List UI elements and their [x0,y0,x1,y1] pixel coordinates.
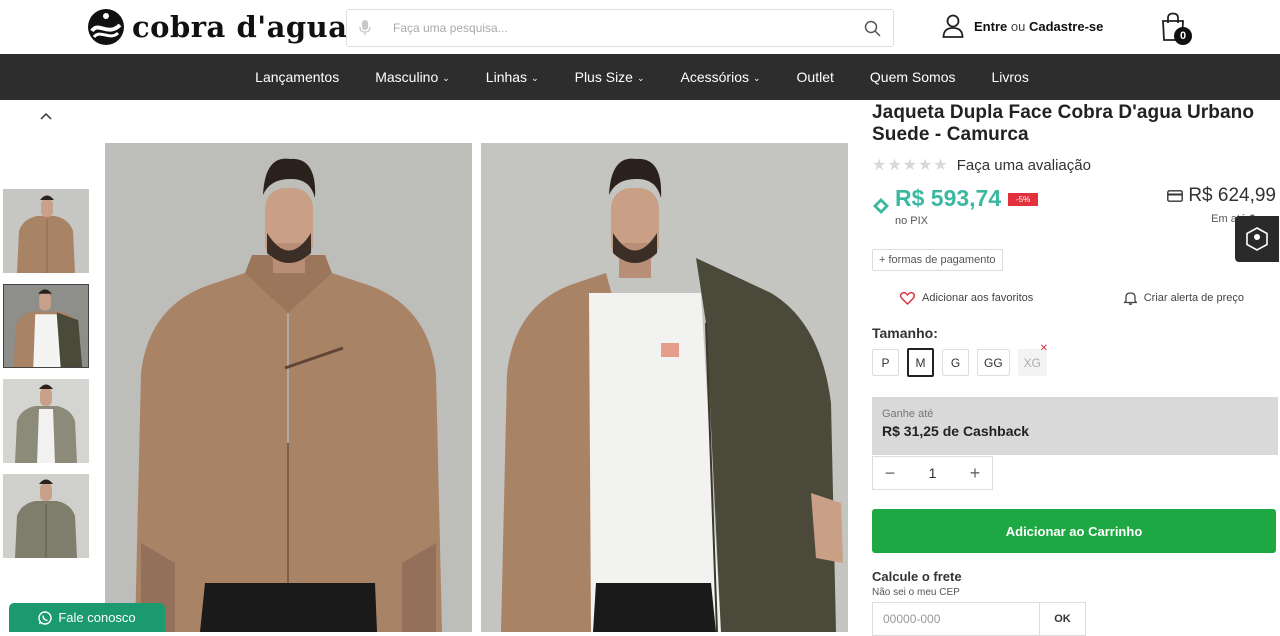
nav-item-label: Linhas [485,69,528,85]
thumbnail-2[interactable] [3,284,89,368]
main-nav: Lançamentos Masculino ⌄ Linhas ⌄ Plus Size ⌄ Ac… [0,54,1280,100]
account-link[interactable]: Entre ou Cadastre-se [942,14,1103,38]
unavailable-x-icon: ✕ [1039,343,1049,354]
chevron-down-icon: ⌄ [752,72,761,83]
nav-item-quem-somos[interactable]: Quem Somos [852,69,974,85]
card-price: R$ 624,99 [1167,185,1276,207]
search-input[interactable] [383,10,851,46]
pix-icon [873,198,889,214]
nav-item-label: Outlet [796,69,834,85]
add-to-cart-button[interactable]: Adicionar ao Carrinho [872,509,1276,553]
chevron-up-icon [40,112,52,120]
size-option-p[interactable]: P [872,349,899,376]
signup-link[interactable]: Cadastre-se [1029,19,1103,34]
login-link[interactable]: Entre [974,19,1007,34]
thumbnail-3[interactable] [3,379,89,463]
size-option-gg[interactable]: GG [977,349,1010,376]
cep-ok-button[interactable]: OK [1040,602,1086,636]
cashback-box: Ganhe até R$ 31,25 de Cashback [872,397,1278,455]
nav-item-livros[interactable]: Livros [973,69,1046,85]
heart-icon [900,291,915,305]
nav-item-label: Livros [991,69,1029,85]
chat-label: Fale conosco [58,610,136,625]
size-option-xg: XG ✕ [1017,343,1048,376]
price-alert-button[interactable]: Criar alerta de preço [1123,291,1244,305]
rate-product-link[interactable]: Faça uma avaliação [957,157,1091,174]
chevron-down-icon: ⌄ [442,72,450,83]
credit-card-icon [1167,190,1184,202]
nav-item-label: Acessórios [680,69,749,85]
pix-price: R$ 593,74 [895,185,1002,211]
microphone-icon[interactable] [347,20,383,36]
cart-button[interactable]: 0 [1160,12,1192,46]
brand-name: cobra d'agua [132,10,348,44]
cart-count-badge: 0 [1174,27,1192,45]
size-option-label: G [950,355,961,370]
hexagon-icon [1246,227,1268,251]
bell-icon [1123,292,1137,305]
product-photo-front[interactable] [105,143,472,632]
size-option-label: XG [1023,355,1042,370]
brand-logo[interactable]: cobra d'agua [86,7,348,47]
nav-item-outlet[interactable]: Outlet [779,69,852,85]
nav-item-label: Quem Somos [869,69,956,85]
chat-button[interactable]: Fale conosco [9,603,165,632]
cashback-value: R$ 31,25 de Cashback [882,423,1030,439]
product-title: Jaqueta Dupla Face Cobra D'agua Urbano S… [872,102,1255,145]
product-rating[interactable]: ★★★★★ Faça uma avaliação [872,155,1278,175]
search-bar [346,9,894,47]
nav-item-plus-size[interactable]: Plus Size ⌄ [557,69,663,85]
chevron-down-icon: ⌄ [531,72,539,83]
product-actions: Adicionar aos favoritos Criar alerta de … [872,291,1278,305]
card-price-value: R$ 624,99 [1188,185,1276,206]
thumbnail-strip [0,100,92,632]
add-favorite-button[interactable]: Adicionar aos favoritos [900,291,1033,305]
or-text: ou [1010,18,1026,34]
nav-item-lan-amentos[interactable]: Lançamentos [237,69,357,85]
increase-quantity-button[interactable]: + [966,463,984,484]
site-header: cobra d'agua Entre ou Cadastre-se 0 [0,0,1280,54]
accessibility-widget-button[interactable] [1235,216,1279,262]
cep-input[interactable]: 00000-000 [872,602,1040,636]
size-label: Tamanho: [872,325,938,341]
snake-logo-icon [88,9,124,45]
whatsapp-icon [38,610,53,625]
size-selector: P M G GG XG ✕ [872,343,1278,377]
cashback-label: Ganhe até [882,408,934,420]
size-option-label: M [915,355,926,370]
quantity-stepper: − 1 + [872,456,993,490]
freight-title: Calcule o frete [872,569,962,584]
quantity-value[interactable]: 1 [929,465,937,481]
size-option-label: P [881,355,890,370]
size-option-m[interactable]: M [907,348,934,377]
size-option-g[interactable]: G [942,349,969,376]
payment-forms-button[interactable]: + formas de pagamento [872,249,1003,271]
pix-label: no PIX [895,215,929,227]
rating-stars: ★★★★★ [872,157,949,174]
thumbnail-scroll-up-button[interactable] [36,108,56,124]
price-block: R$ 593,74 -5% no PIX R$ 624,99 Em até 6x… [872,185,1278,243]
thumbnail-4[interactable] [3,474,89,558]
product-info-panel: Jaqueta Dupla Face Cobra D'agua Urbano S… [872,100,1278,636]
decrease-quantity-button[interactable]: − [881,463,899,484]
chevron-down-icon: ⌄ [636,72,645,83]
nav-item-label: Lançamentos [255,69,340,85]
product-photo-open[interactable] [481,143,848,632]
thumbnail-1[interactable] [3,189,89,273]
nav-item-label: Plus Size [574,69,633,85]
user-icon [942,14,964,38]
size-option-label: GG [984,355,1003,370]
unknown-cep-link[interactable]: Não sei o meu CEP [872,587,1278,598]
nav-item-label: Masculino [375,69,439,85]
cep-form: 00000-000 OK [872,602,1278,636]
search-icon[interactable] [851,20,893,37]
nav-item-masculino[interactable]: Masculino ⌄ [357,69,468,85]
discount-badge: -5% [1008,193,1039,206]
nav-item-acess-rios[interactable]: Acessórios ⌄ [663,69,779,85]
nav-item-linhas[interactable]: Linhas ⌄ [468,69,557,85]
